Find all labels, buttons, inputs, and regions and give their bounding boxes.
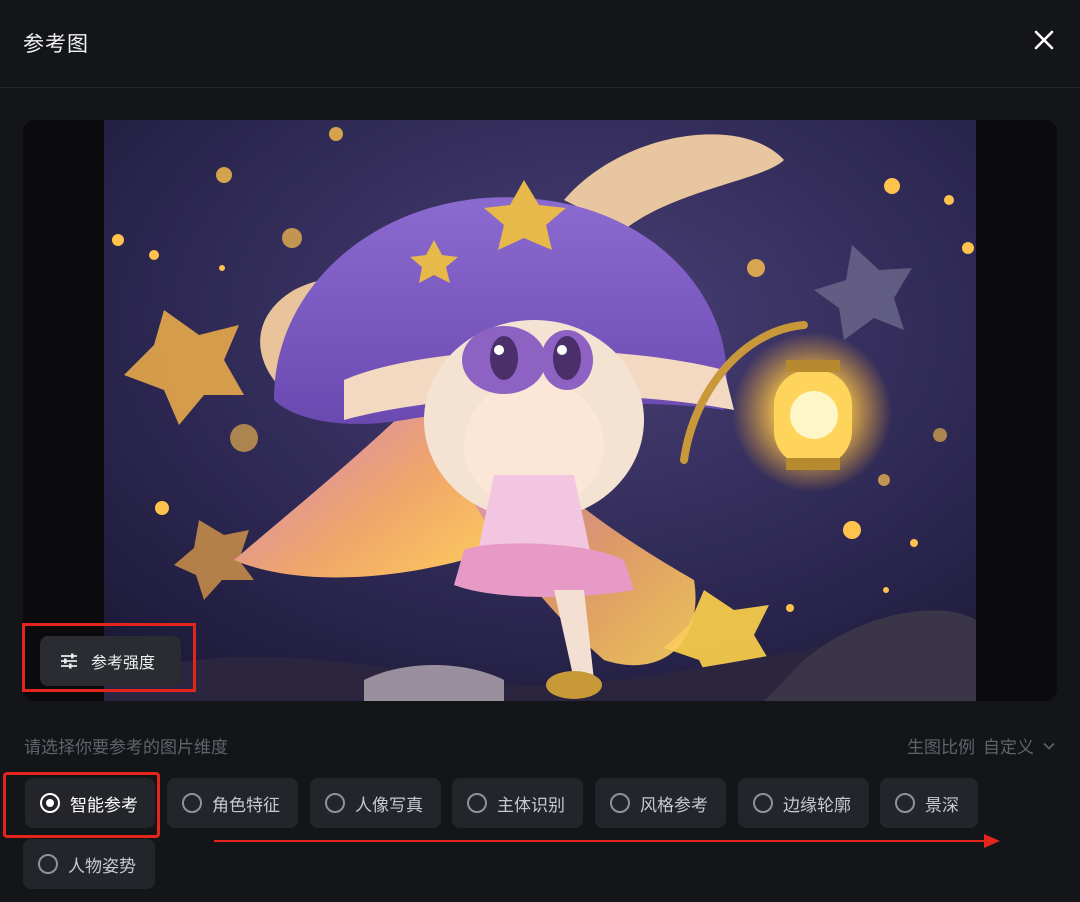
- close-button[interactable]: [1028, 24, 1060, 56]
- option-label: 角色特征: [212, 795, 280, 816]
- option-label: 主体识别: [497, 795, 565, 816]
- dialog-title: 参考图: [23, 32, 89, 56]
- highlight-box-strength: [22, 623, 196, 692]
- option-character-features[interactable]: 角色特征: [167, 778, 298, 828]
- option-label: 风格参考: [640, 795, 708, 816]
- highlight-box-options: [3, 772, 160, 838]
- annotation-arrow: [214, 832, 1000, 850]
- radio-icon: [325, 793, 345, 813]
- dialog-header: 参考图: [0, 0, 1080, 88]
- option-label: 边缘轮廓: [783, 795, 851, 816]
- reference-image-preview: [23, 120, 1057, 701]
- close-icon: [1034, 30, 1054, 50]
- radio-icon: [467, 793, 487, 813]
- radio-icon: [610, 793, 630, 813]
- option-style-reference[interactable]: 风格参考: [595, 778, 726, 828]
- option-label: 景深: [925, 795, 959, 816]
- option-portrait[interactable]: 人像写真: [310, 778, 441, 828]
- radio-icon: [38, 854, 58, 874]
- reference-image: [104, 120, 976, 701]
- option-depth-of-field[interactable]: 景深: [880, 778, 978, 828]
- radio-icon: [753, 793, 773, 813]
- ratio-label: 生图比例: [907, 738, 975, 758]
- option-edge-outline[interactable]: 边缘轮廓: [738, 778, 869, 828]
- option-subject-recognition[interactable]: 主体识别: [452, 778, 583, 828]
- radio-icon: [182, 793, 202, 813]
- option-character-pose[interactable]: 人物姿势: [23, 839, 155, 889]
- ratio-value: 自定义: [983, 738, 1034, 758]
- chevron-down-icon: [1043, 742, 1055, 750]
- option-label: 人物姿势: [68, 856, 136, 877]
- dimension-prompt: 请选择你要参考的图片维度: [24, 738, 228, 758]
- radio-icon: [895, 793, 915, 813]
- aspect-ratio-dropdown[interactable]: 生图比例 自定义: [907, 733, 1056, 758]
- option-label: 人像写真: [355, 795, 423, 816]
